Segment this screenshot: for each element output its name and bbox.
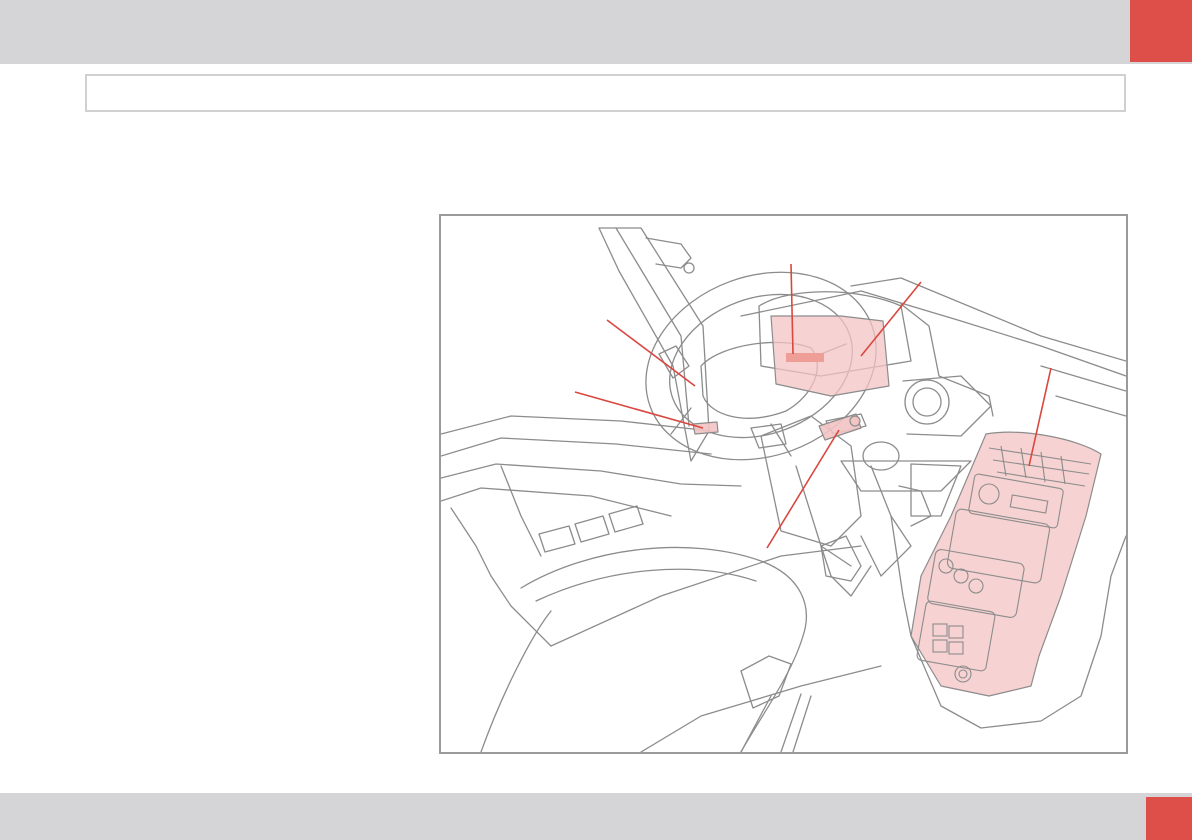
cockpit-illustration-icon: [441, 227, 1126, 752]
bottom-footer-bar: [0, 793, 1192, 840]
cockpit-figure: [439, 214, 1128, 754]
section-tab-marker: [1130, 0, 1192, 62]
page-tab-marker: [1146, 797, 1192, 840]
top-header-bar: [0, 0, 1192, 64]
section-heading-box: [85, 74, 1126, 112]
